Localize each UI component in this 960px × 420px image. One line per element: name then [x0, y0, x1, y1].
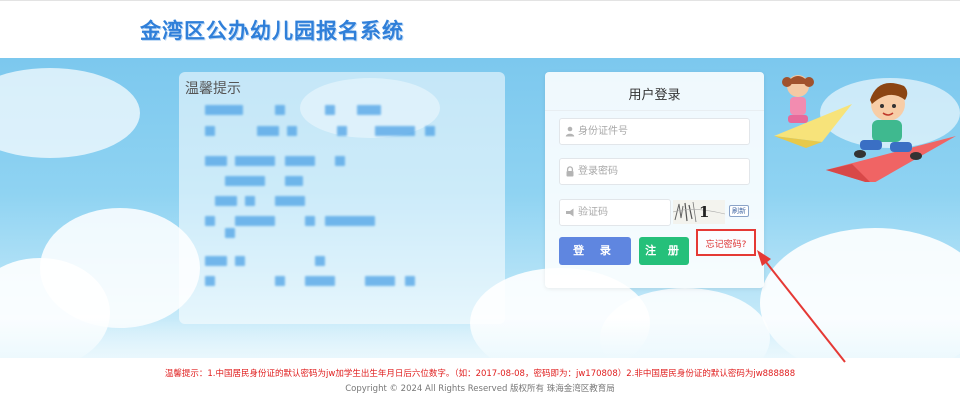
login-panel: 用户登录 身份证件号 验证码 1 刷新 登 录 注 册 忘记密码?: [545, 72, 764, 288]
header: 金湾区公办幼儿园报名系统: [0, 0, 960, 58]
id-number-field[interactable]: [559, 118, 750, 145]
captcha-icon: [566, 208, 574, 217]
login-title: 用户登录: [628, 88, 681, 103]
captcha-field[interactable]: [559, 199, 671, 226]
divider: [545, 110, 764, 111]
captcha-input[interactable]: [578, 200, 670, 225]
site-title: 金湾区公办幼儿园报名系统: [140, 19, 404, 43]
captcha-image[interactable]: 1 2: [673, 200, 725, 224]
kids-paper-plane-illustration: [774, 75, 956, 182]
login-button[interactable]: 登 录: [559, 237, 631, 265]
forgot-password-link[interactable]: 忘记密码?: [698, 237, 754, 250]
footer-notice: 温馨提示：1.中国居民身份证的默认密码为jw加学生出生年月日后六位数字。（如：2…: [164, 369, 796, 379]
register-button[interactable]: 注 册: [639, 237, 689, 265]
captcha-text: 1 2: [699, 203, 710, 224]
cloud: [0, 68, 140, 158]
id-number-input[interactable]: [578, 119, 746, 144]
refresh-captcha-button[interactable]: 刷新: [729, 205, 749, 217]
lock-icon: [566, 166, 574, 177]
password-field[interactable]: [559, 158, 750, 185]
user-icon: [565, 126, 575, 137]
notice-panel: 温馨提示: [179, 72, 505, 324]
login-page: 金湾区公办幼儿园报名系统 温馨提示 用户登录 身份证件号 验证码 1 刷新 登 …: [0, 0, 960, 420]
banner-bottom-fade: [0, 318, 960, 358]
notice-title: 温馨提示: [185, 81, 241, 97]
footer-copyright: Copyright © 2024 All Rights Reserved 版权所…: [345, 384, 615, 394]
forgot-password-highlight: 忘记密码?: [696, 229, 756, 256]
password-input[interactable]: [578, 159, 746, 184]
